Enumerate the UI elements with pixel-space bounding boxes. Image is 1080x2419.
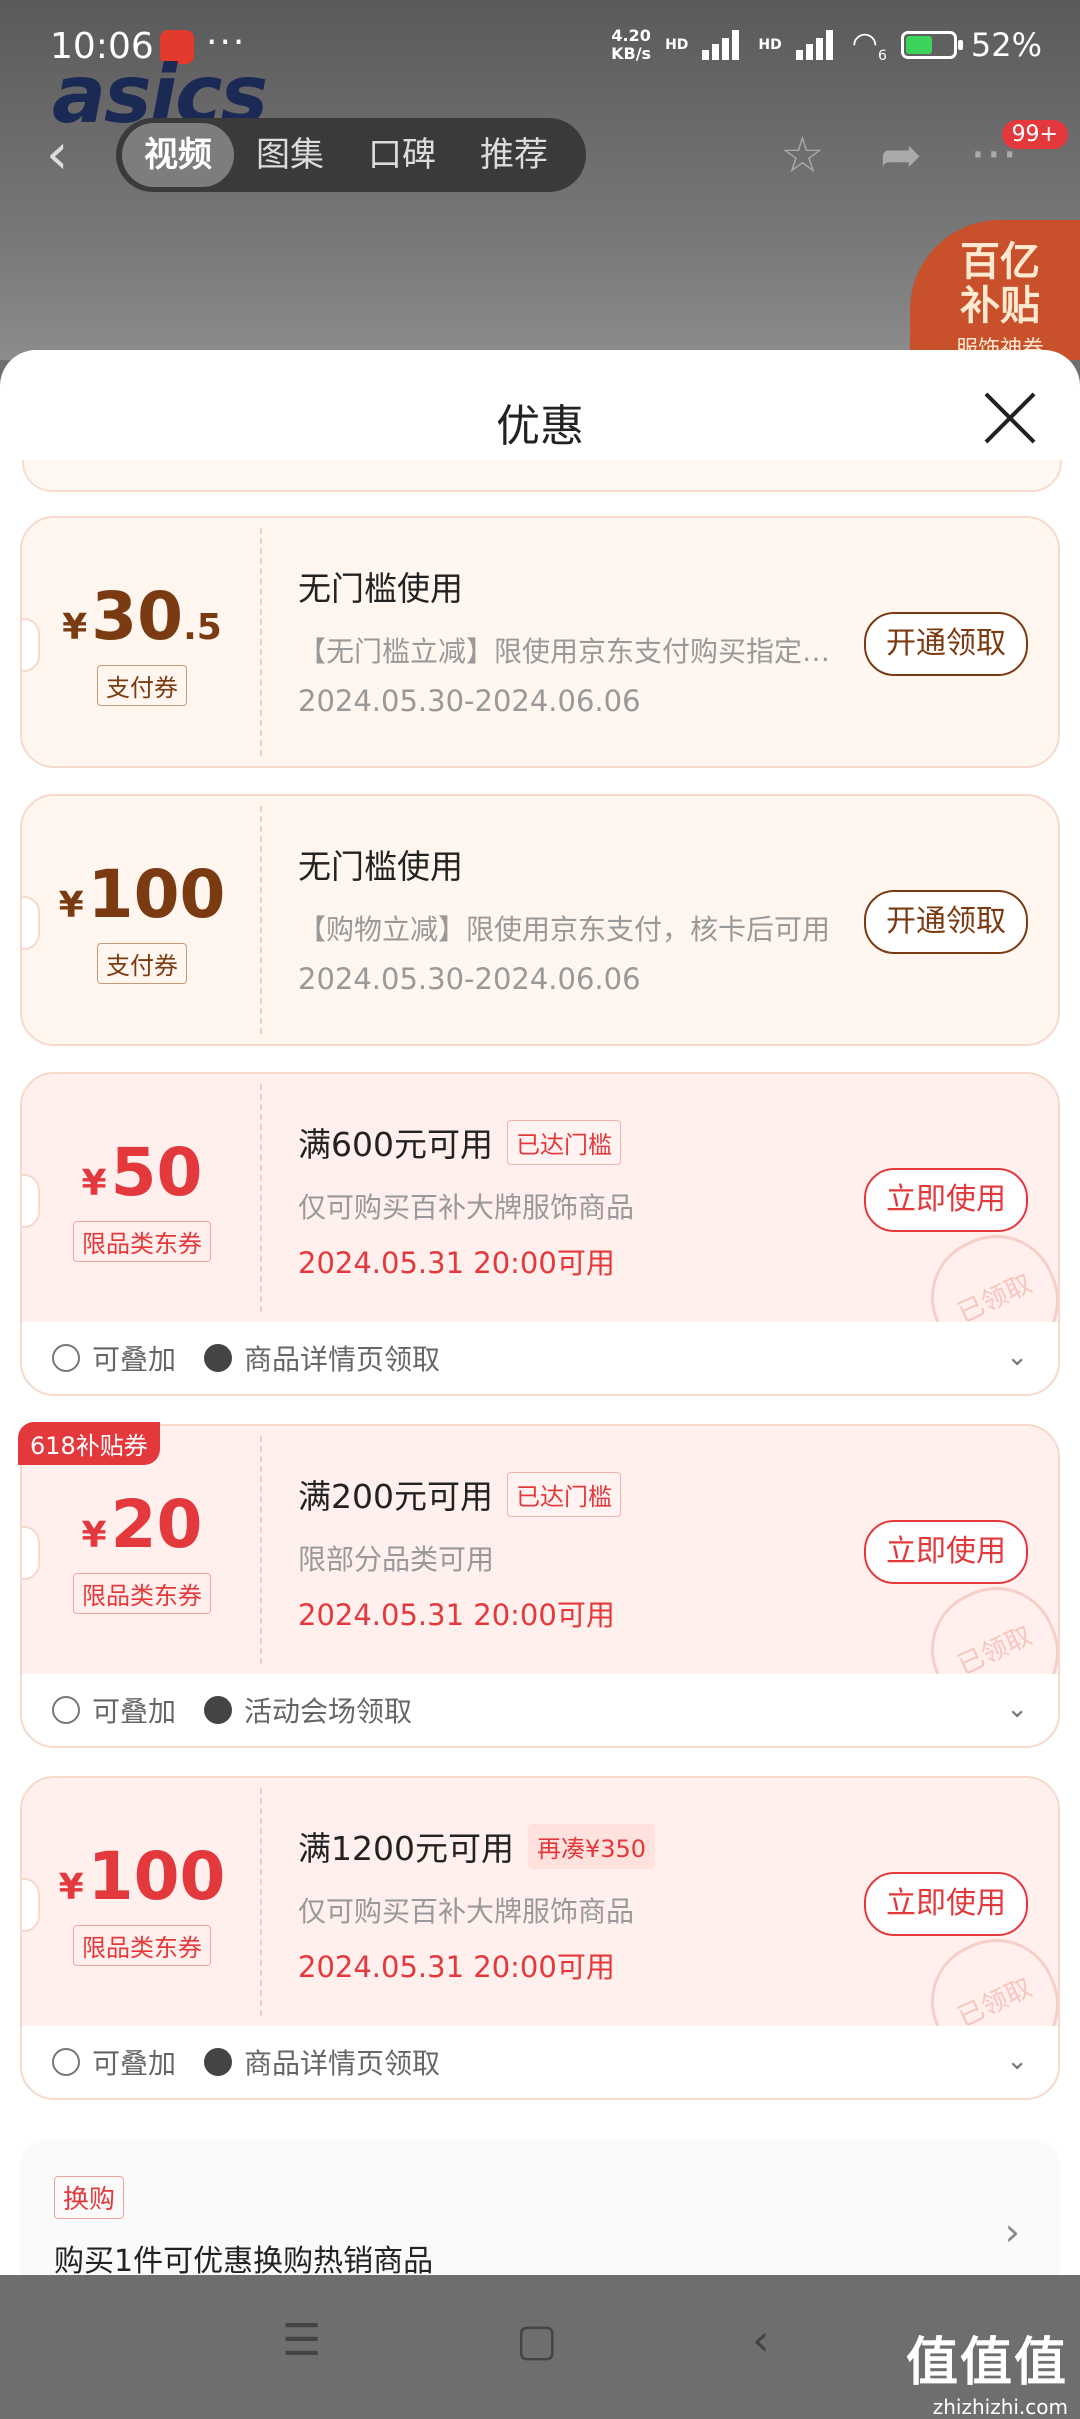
coupon-currency: ¥	[58, 1867, 84, 1908]
chevron-down-icon[interactable]: ⌄	[1006, 2046, 1028, 2076]
battery-percent: 52%	[970, 26, 1042, 64]
activate-claim-button[interactable]: 开通领取	[864, 612, 1028, 676]
chevron-down-icon[interactable]: ⌄	[1006, 1694, 1028, 1724]
coupon-date: 2024.05.31 20:00可用	[298, 1950, 615, 1984]
media-tabs: 视频 图集 口碑 推荐	[116, 118, 586, 192]
network-speed: 4.20 KB/s	[611, 26, 652, 63]
source-label: 商品详情页领取	[244, 1343, 441, 1376]
coupon-footer[interactable]: 可叠加 活动会场领取 ⌄	[22, 1674, 1058, 1746]
wifi-icon: ◠6	[851, 26, 887, 64]
coupon-description: 【购物立减】限使用京东支付，核卡后可用	[298, 913, 831, 946]
signal-icon-2	[795, 30, 838, 60]
coupon-date: 2024.05.31 20:00可用	[298, 1598, 615, 1632]
tab-reviews[interactable]: 口碑	[346, 123, 458, 187]
hd-label-1: HD	[665, 37, 689, 53]
coupon-condition: 满600元可用	[298, 1125, 493, 1164]
stackable-label: 可叠加	[92, 1695, 177, 1728]
watermark: 值值值 zhizhizhi.com	[905, 2333, 1068, 2419]
hd-label-2: HD	[758, 37, 782, 53]
coupon-type: 限品类东券	[73, 1925, 211, 1966]
tab-video[interactable]: 视频	[122, 123, 234, 187]
coupon-currency: ¥	[81, 1163, 107, 1204]
ticket-icon	[204, 1696, 233, 1724]
sheet-title: 优惠	[496, 401, 584, 452]
coupon-currency: ¥	[62, 607, 88, 648]
coupon-card: 618补贴券 ¥20 限品类东券 满200元可用 已达门槛 限部分品类可用 202…	[18, 1422, 1060, 1748]
coupon-amount: 20	[110, 1486, 203, 1563]
chevron-down-icon[interactable]: ⌄	[1006, 1342, 1028, 1372]
coupon-date: 2024.05.31 20:00可用	[298, 1246, 615, 1280]
exchange-tag: 换购	[54, 2176, 125, 2219]
coupon-footer[interactable]: 可叠加 商品详情页领取 ⌄	[22, 2026, 1058, 2098]
battery-icon	[900, 31, 963, 59]
back-nav-icon[interactable]: ‹	[752, 2315, 770, 2366]
coupon-card: ¥100 限品类东券 满1200元可用 再凑¥350 仅可购买百补大牌服饰商品 2…	[20, 1776, 1060, 2100]
use-now-button[interactable]: 立即使用	[864, 1168, 1028, 1232]
ticket-icon	[204, 1344, 233, 1372]
coupon-description: 仅可购买百补大牌服饰商品	[298, 1895, 635, 1928]
coupon-condition: 无门槛使用	[298, 569, 463, 608]
message-badge: 99+	[1001, 120, 1068, 149]
coupon-amount: 30	[91, 578, 184, 655]
coupon-footer[interactable]: 可叠加 商品详情页领取 ⌄	[22, 1322, 1058, 1394]
back-icon[interactable]: ‹	[46, 122, 68, 187]
source-label: 活动会场领取	[244, 1695, 413, 1728]
coupon-description: 【无门槛立减】限使用京东支付购买指定商品	[298, 635, 838, 668]
coupon-condition: 满1200元可用	[298, 1829, 514, 1868]
exchange-text: 购买1件可优惠换购热销商品	[54, 2244, 434, 2275]
coupon-card: ¥30.5 支付券 无门槛使用 【无门槛立减】限使用京东支付购买指定商品 202…	[20, 516, 1060, 768]
share-icon[interactable]: ➦	[880, 126, 922, 184]
coupon-condition: 无门槛使用	[298, 847, 463, 886]
source-label: 商品详情页领取	[244, 2047, 441, 2080]
coupon-date: 2024.05.30-2024.06.06	[298, 962, 641, 996]
tab-gallery[interactable]: 图集	[234, 123, 346, 187]
previous-coupon-edge	[22, 460, 1062, 492]
coupon-date: 2024.05.30-2024.06.06	[298, 684, 641, 718]
favorite-star-icon[interactable]: ☆	[780, 126, 825, 184]
stackable-label: 可叠加	[92, 1343, 177, 1376]
threshold-tag: 已达门槛	[507, 1471, 621, 1517]
discount-sheet: 优惠 ¥30.5 支付券 无门槛使用 【无门槛立减】限使用京东支付购买指定商品 …	[0, 350, 1080, 2275]
coupon-amount-decimal: .5	[183, 607, 222, 648]
coupon-currency: ¥	[81, 1515, 107, 1556]
coupon-card: ¥50 限品类东券 满600元可用 已达门槛 仅可购买百补大牌服饰商品 2024.…	[20, 1072, 1060, 1396]
coupon-condition: 满200元可用	[298, 1477, 493, 1516]
ticket-icon	[204, 2048, 233, 2076]
product-page-header: 10:06 ··· 4.20 KB/s HD HD ◠6 52% asics ‹ …	[0, 0, 1080, 362]
use-now-button[interactable]: 立即使用	[864, 1520, 1028, 1584]
coupon-type: 限品类东券	[73, 1221, 211, 1262]
coupon-type: 限品类东券	[73, 1573, 211, 1614]
close-icon[interactable]	[980, 388, 1040, 448]
subsidy-ribbon: 618补贴券	[18, 1422, 160, 1465]
coupon-type: 支付券	[97, 943, 187, 984]
chevron-right-icon: ›	[1004, 2210, 1020, 2254]
coupon-type: 支付券	[97, 665, 187, 706]
exchange-offer-row[interactable]: 换购 购买1件可优惠换购热销商品 ›	[20, 2140, 1060, 2275]
coupon-currency: ¥	[58, 885, 84, 926]
menu-icon[interactable]: ☰	[282, 2315, 321, 2366]
stackable-label: 可叠加	[92, 2047, 177, 2080]
activate-claim-button[interactable]: 开通领取	[864, 890, 1028, 954]
threshold-tag: 再凑¥350	[527, 1823, 656, 1869]
coupon-description: 仅可购买百补大牌服饰商品	[298, 1191, 635, 1224]
stackable-icon	[52, 1696, 80, 1724]
coupon-description: 限部分品类可用	[298, 1543, 495, 1576]
home-icon[interactable]: ▢	[516, 2315, 558, 2366]
coupon-amount: 100	[87, 1838, 226, 1915]
stackable-icon	[52, 2048, 80, 2076]
coupon-card: ¥100 支付券 无门槛使用 【购物立减】限使用京东支付，核卡后可用 2024.…	[20, 794, 1060, 1046]
threshold-tag: 已达门槛	[507, 1119, 621, 1165]
tab-recommend[interactable]: 推荐	[458, 123, 570, 187]
use-now-button[interactable]: 立即使用	[864, 1872, 1028, 1936]
stackable-icon	[52, 1344, 80, 1372]
subsidy-promo-tag[interactable]: 百亿 补贴 服饰神券	[910, 220, 1080, 362]
coupon-amount: 50	[110, 1134, 203, 1211]
signal-icon	[702, 30, 744, 60]
coupon-amount: 100	[87, 856, 226, 933]
